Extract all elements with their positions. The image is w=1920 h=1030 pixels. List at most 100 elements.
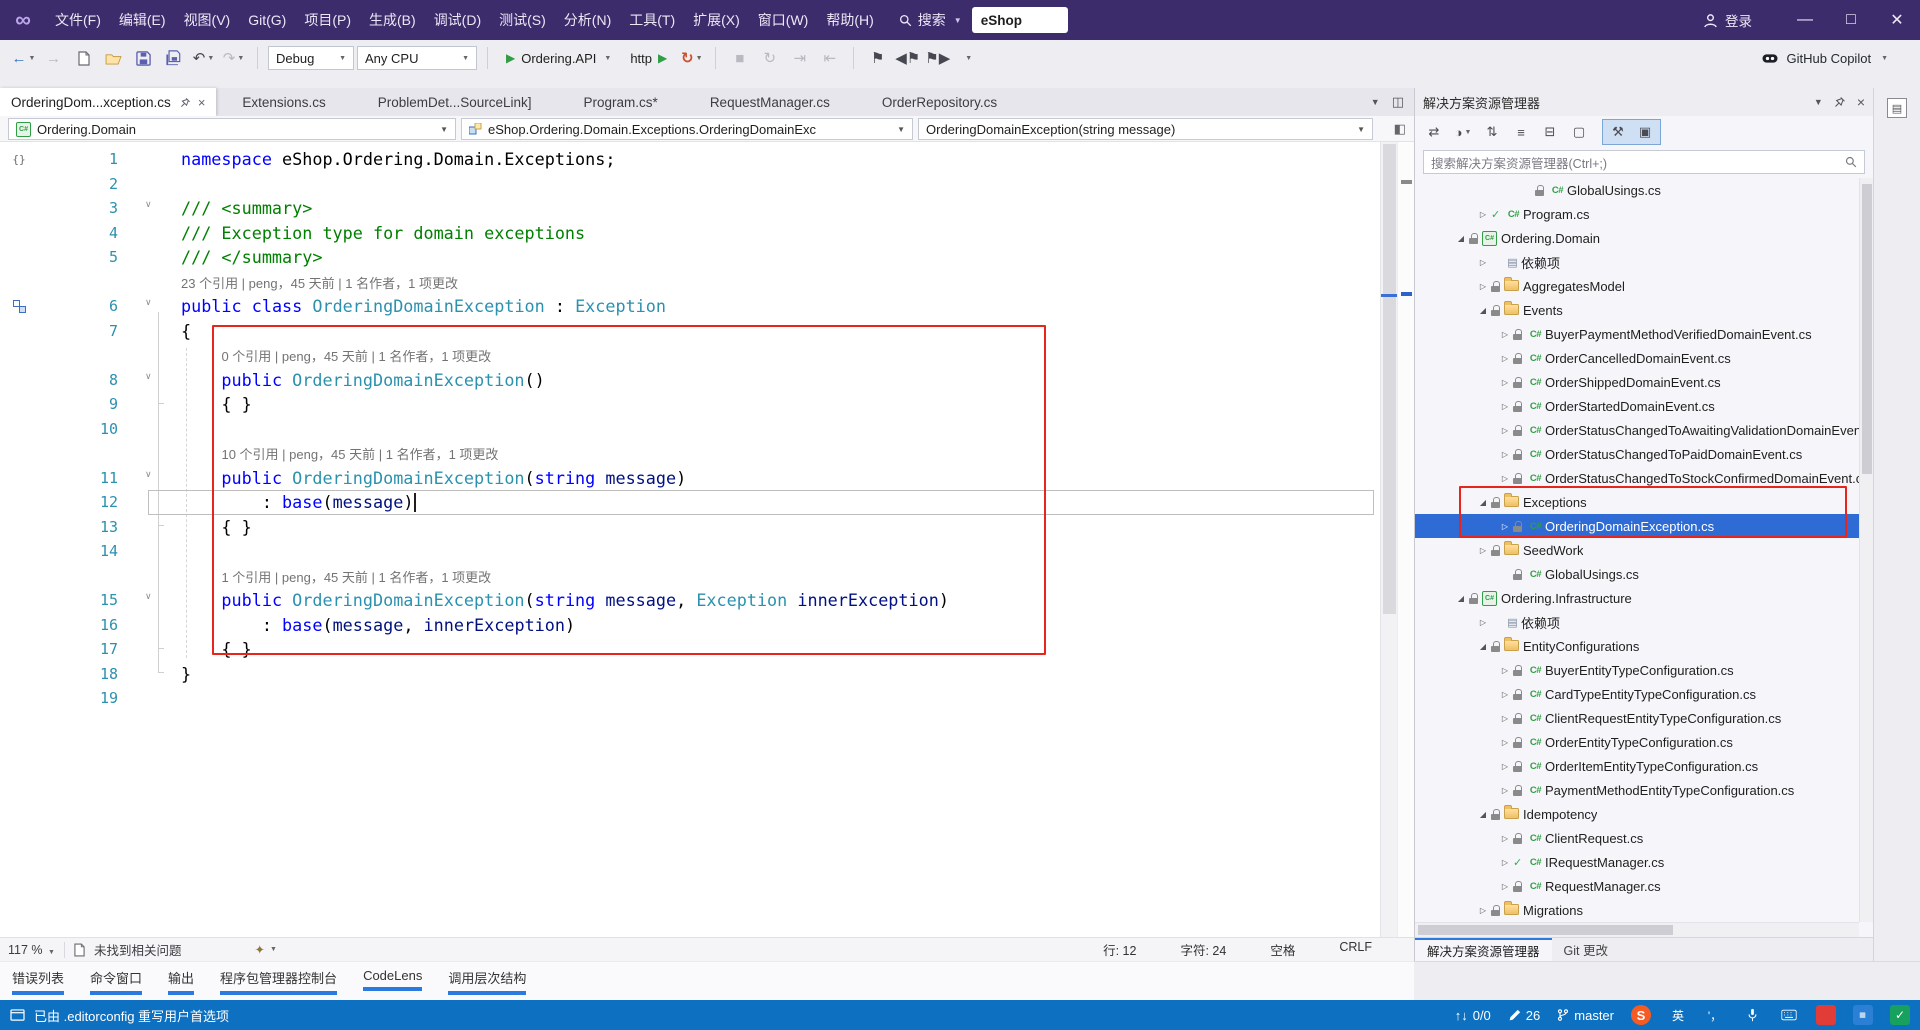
expand-arrow-icon[interactable]: ▷ bbox=[1475, 282, 1491, 291]
tree-item[interactable]: ◢ C# Ordering.Infrastructure bbox=[1415, 586, 1859, 610]
tree-item[interactable]: ▷ Migrations bbox=[1415, 898, 1859, 922]
code-editor[interactable]: {} 1 namespace eShop.Ordering.Domain.Excep… bbox=[0, 142, 1414, 937]
github-copilot-button[interactable]: GitHub Copilot ▼ bbox=[1761, 40, 1888, 76]
preview-selected-items-icon[interactable]: ▣ bbox=[1635, 121, 1655, 143]
menu-item[interactable]: 分析(N) bbox=[555, 0, 620, 40]
tree-item[interactable]: ▷ C# OrderShippedDomainEvent.cs bbox=[1415, 370, 1859, 394]
panel-tab[interactable]: CodeLens bbox=[363, 968, 423, 1000]
expand-arrow-icon[interactable]: ▷ bbox=[1497, 786, 1513, 795]
bookmark-icon[interactable]: ⚑ bbox=[864, 45, 891, 71]
scrollbar-thumb[interactable] bbox=[1418, 925, 1673, 935]
navigate-back-icon[interactable]: ← ▼ bbox=[10, 45, 37, 71]
expand-arrow-icon[interactable]: ▷ bbox=[1497, 474, 1513, 483]
menu-item[interactable]: 视图(V) bbox=[175, 0, 240, 40]
code-cleanup-icon[interactable]: ✦ ▼ bbox=[254, 942, 276, 957]
expand-arrow-icon[interactable]: ▷ bbox=[1497, 690, 1513, 699]
tree-item[interactable]: ▷ AggregatesModel bbox=[1415, 274, 1859, 298]
tree-item[interactable]: ◢ Events bbox=[1415, 298, 1859, 322]
microphone-icon[interactable] bbox=[1742, 1005, 1762, 1025]
tree-item[interactable]: ◢ EntityConfigurations bbox=[1415, 634, 1859, 658]
expand-arrow-icon[interactable]: ◢ bbox=[1475, 810, 1491, 819]
redo-icon[interactable]: ↷ ▼ bbox=[220, 45, 247, 71]
tree-item[interactable]: ▷ C# BuyerPaymentMethodVerifiedDomainEvent… bbox=[1415, 322, 1859, 346]
close-icon[interactable]: × bbox=[198, 95, 206, 110]
menu-item[interactable]: 项目(P) bbox=[295, 0, 360, 40]
tree-item[interactable]: ◢ Idempotency bbox=[1415, 802, 1859, 826]
undo-icon[interactable]: ↶ ▼ bbox=[190, 45, 217, 71]
minimize-button[interactable]: — bbox=[1782, 0, 1828, 40]
panel-tab[interactable]: 输出 bbox=[168, 968, 195, 1000]
editor-vertical-scrollbar[interactable] bbox=[1380, 142, 1398, 937]
menu-item[interactable]: 生成(B) bbox=[360, 0, 425, 40]
expand-arrow-icon[interactable]: ▷ bbox=[1497, 450, 1513, 459]
tree-item[interactable]: ▷ ✓ C# Program.cs bbox=[1415, 202, 1859, 226]
launch-profile-button[interactable]: http ▶ bbox=[622, 51, 675, 66]
ime-favorites-icon[interactable] bbox=[1816, 1005, 1836, 1025]
tree-horizontal-scrollbar[interactable] bbox=[1415, 922, 1859, 937]
feedback-icon[interactable] bbox=[10, 1008, 25, 1022]
member-dropdown[interactable]: OrderingDomainException(string message) … bbox=[918, 118, 1373, 140]
panel-tab[interactable]: 调用层次结构 bbox=[448, 968, 527, 1000]
close-button[interactable]: ✕ bbox=[1874, 0, 1920, 40]
fold-chevron-icon[interactable]: ∨ bbox=[145, 591, 152, 602]
expand-arrow-icon[interactable]: ▷ bbox=[1475, 258, 1491, 267]
step-into-icon[interactable]: ⇤ bbox=[816, 45, 843, 71]
menu-item[interactable]: 调试(D) bbox=[425, 0, 490, 40]
split-editor-icon[interactable]: ◧ bbox=[1394, 121, 1406, 137]
project-dropdown[interactable]: C# Ordering.Domain ▼ bbox=[8, 118, 456, 140]
step-over-icon[interactable]: ⇥ bbox=[786, 45, 813, 71]
solution-explorer-header[interactable]: 解决方案资源管理器 ▼ × bbox=[1415, 88, 1873, 116]
line-indicator[interactable]: 行: 12 bbox=[1103, 940, 1136, 959]
platform-combo[interactable]: Any CPU ▼ bbox=[357, 46, 477, 70]
expand-arrow-icon[interactable]: ▷ bbox=[1497, 714, 1513, 723]
search-control[interactable]: 搜索 ▼ bbox=[899, 10, 962, 30]
collapsed-panel-tab-icon[interactable]: ▤ bbox=[1887, 98, 1907, 118]
stop-icon[interactable]: ■ bbox=[726, 45, 753, 71]
toolbar-overflow-icon[interactable]: ▼ bbox=[954, 45, 981, 71]
file-nesting-icon[interactable]: ≡ bbox=[1511, 121, 1531, 143]
menu-item[interactable]: 文件(F) bbox=[46, 0, 110, 40]
document-tab[interactable]: Extensions.cs bbox=[216, 88, 351, 116]
tree-item[interactable]: ▷ C# RequestManager.cs bbox=[1415, 874, 1859, 898]
tree-item[interactable]: ▷ ▤ 依赖项 bbox=[1415, 250, 1859, 274]
tree-item[interactable]: ▷ SeedWork bbox=[1415, 538, 1859, 562]
health-status-text[interactable]: 未找到相关问题 bbox=[94, 940, 182, 959]
tree-item[interactable]: ▷ ✓ C# IRequestManager.cs bbox=[1415, 850, 1859, 874]
tree-item[interactable]: ▷ C# ClientRequest.cs bbox=[1415, 826, 1859, 850]
previous-bookmark-icon[interactable]: ◀⚑ bbox=[894, 45, 921, 71]
collapse-all-icon[interactable]: ⊟ bbox=[1540, 121, 1560, 143]
expand-arrow-icon[interactable]: ◢ bbox=[1453, 234, 1469, 243]
tool-window-tab[interactable]: 解决方案资源管理器 bbox=[1415, 938, 1552, 961]
ime-language-toggle[interactable]: 英 bbox=[1668, 1005, 1688, 1025]
expand-arrow-icon[interactable]: ▷ bbox=[1475, 906, 1491, 915]
codelens-info[interactable]: 1 个引用 | peng，45 天前 | 1 名作者，1 项更改 bbox=[181, 567, 491, 586]
tree-item[interactable]: ▷ C# OrderStartedDomainEvent.cs bbox=[1415, 394, 1859, 418]
codelens-info[interactable]: 10 个引用 | peng，45 天前 | 1 名作者，1 项更改 bbox=[181, 444, 498, 463]
type-dropdown[interactable]: eShop.Ordering.Domain.Exceptions.Orderin… bbox=[461, 118, 913, 140]
expand-arrow-icon[interactable]: ▷ bbox=[1497, 882, 1513, 891]
menu-item[interactable]: 扩展(X) bbox=[684, 0, 749, 40]
fold-chevron-icon[interactable]: ∨ bbox=[145, 297, 152, 308]
tree-item[interactable]: ▷ C# OrderingDomainException.cs bbox=[1415, 514, 1859, 538]
pending-edits-button[interactable]: 26 bbox=[1508, 1008, 1540, 1023]
tree-item[interactable]: ▷ C# OrderCancelledDomainEvent.cs bbox=[1415, 346, 1859, 370]
save-all-icon[interactable] bbox=[160, 45, 187, 71]
tree-item[interactable]: ▷ C# CardTypeEntityTypeConfiguration.cs bbox=[1415, 682, 1859, 706]
tree-item[interactable]: C# GlobalUsings.cs bbox=[1415, 178, 1859, 202]
document-tab[interactable]: RequestManager.cs bbox=[684, 88, 856, 116]
document-tab[interactable]: OrderRepository.cs bbox=[856, 88, 1023, 116]
pin-icon[interactable] bbox=[180, 97, 191, 108]
tree-item[interactable]: ▷ C# PaymentMethodEntityTypeConfiguration.… bbox=[1415, 778, 1859, 802]
expand-arrow-icon[interactable]: ◢ bbox=[1475, 306, 1491, 315]
save-icon[interactable] bbox=[130, 45, 157, 71]
fold-chevron-icon[interactable]: ∨ bbox=[145, 199, 152, 210]
tree-item[interactable]: ◢ Exceptions bbox=[1415, 490, 1859, 514]
expand-arrow-icon[interactable]: ▷ bbox=[1475, 546, 1491, 555]
codelens-info[interactable]: 23 个引用 | peng，45 天前 | 1 名作者，1 项更改 bbox=[181, 273, 458, 292]
open-file-icon[interactable] bbox=[100, 45, 127, 71]
tree-item[interactable]: ▷ C# BuyerEntityTypeConfiguration.cs bbox=[1415, 658, 1859, 682]
expand-arrow-icon[interactable]: ▷ bbox=[1497, 522, 1513, 531]
document-health-icon[interactable] bbox=[74, 942, 85, 957]
expand-arrow-icon[interactable]: ▷ bbox=[1497, 402, 1513, 411]
search-input[interactable]: eShop bbox=[971, 7, 1068, 33]
